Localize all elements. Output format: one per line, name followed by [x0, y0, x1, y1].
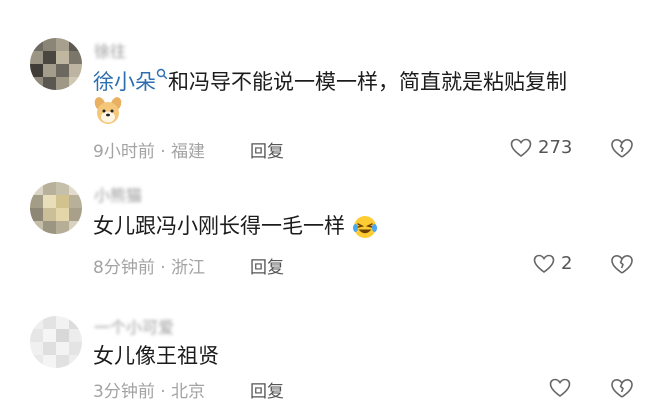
- reply-button[interactable]: 回复: [250, 253, 284, 278]
- comment-body: 女儿像王祖贤: [93, 344, 219, 368]
- dislike-button[interactable]: [610, 378, 634, 399]
- comment-item: 一个小可爱 女儿像王祖贤 3分钟前 · 北京 回复: [0, 300, 660, 408]
- comment-body: 女儿跟冯小刚长得一毛一样: [93, 214, 345, 238]
- comment-item: 小熊猫 女儿跟冯小刚长得一毛一样 8分钟前 · 浙江 回复 2: [0, 170, 660, 285]
- mention-link[interactable]: 徐小朵: [93, 70, 156, 94]
- like-button[interactable]: 2: [533, 253, 572, 274]
- comment-text: 徐小朵 和冯导不能说一模一样，简直就是粘贴复制: [93, 66, 567, 96]
- username[interactable]: 小熊猫: [94, 182, 142, 206]
- broken-heart-icon: [610, 378, 634, 399]
- time-location: 8分钟前 · 浙江: [93, 258, 206, 278]
- like-button[interactable]: 273: [510, 137, 572, 158]
- comment-text: 女儿跟冯小刚长得一毛一样: [93, 210, 378, 240]
- avatar[interactable]: [30, 38, 82, 90]
- laughing-crying-emoji: [352, 214, 378, 240]
- reply-button[interactable]: 回复: [250, 137, 284, 162]
- like-count: 2: [561, 253, 573, 274]
- time-location: 3分钟前 · 北京: [93, 382, 206, 402]
- broken-heart-icon: [610, 138, 634, 159]
- avatar[interactable]: [30, 316, 82, 368]
- search-icon: [156, 68, 168, 80]
- comment-item: 徐往 徐小朵 和冯导不能说一模一样，简直就是粘贴复制 9小时前 · 福建 回复 …: [0, 0, 660, 170]
- time-location: 9小时前 · 福建: [93, 142, 206, 162]
- like-count: 273: [538, 137, 573, 158]
- comment-text: 女儿像王祖贤: [93, 340, 219, 370]
- like-button[interactable]: [549, 378, 577, 398]
- avatar[interactable]: [30, 182, 82, 234]
- heart-outline-icon: [533, 254, 555, 274]
- comment-body: 和冯导不能说一模一样，简直就是粘贴复制: [168, 70, 567, 94]
- reply-button[interactable]: 回复: [250, 377, 284, 402]
- dog-emoji: [93, 96, 123, 126]
- username[interactable]: 徐往: [94, 38, 126, 62]
- username[interactable]: 一个小可爱: [94, 314, 174, 338]
- dislike-button[interactable]: [610, 138, 634, 159]
- heart-outline-icon: [549, 378, 571, 398]
- heart-outline-icon: [510, 138, 532, 158]
- broken-heart-icon: [610, 254, 634, 275]
- dislike-button[interactable]: [610, 254, 634, 275]
